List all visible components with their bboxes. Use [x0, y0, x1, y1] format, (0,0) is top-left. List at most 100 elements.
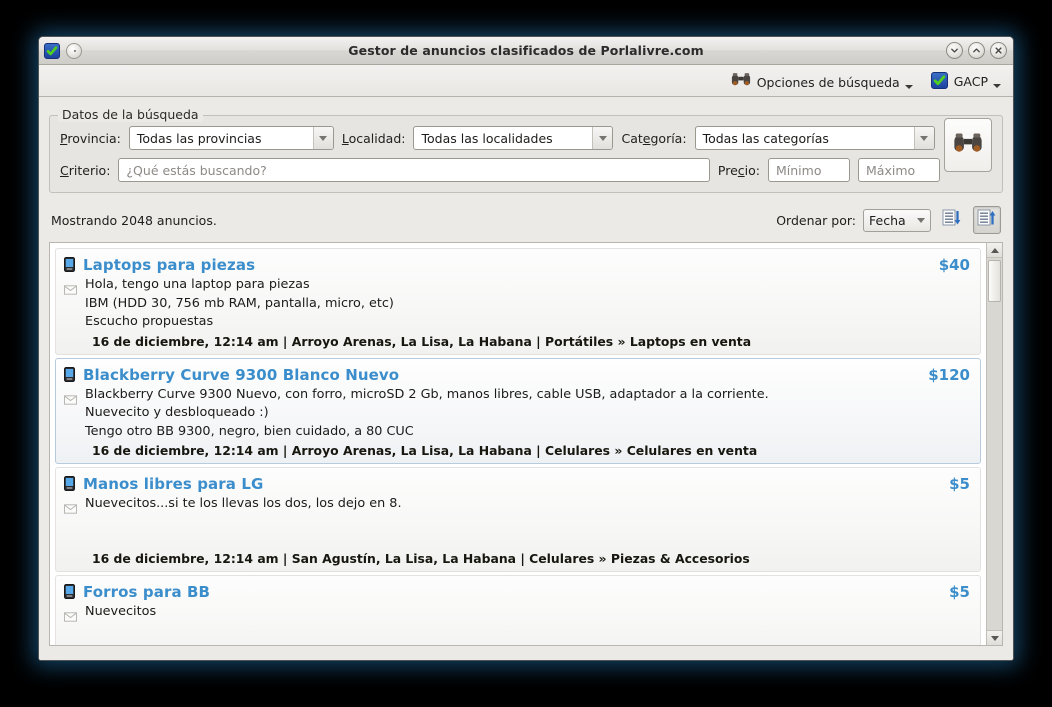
sort-ascending-button[interactable] [973, 206, 1001, 234]
triangle-up-icon [991, 248, 999, 253]
scrollbar-thumb[interactable] [988, 260, 1001, 302]
ad-description: Nuevecitos [85, 603, 156, 645]
chevron-down-icon[interactable] [993, 84, 1001, 88]
ad-meta: 16 de diciembre, 12:14 am | Arroyo Arena… [92, 334, 970, 349]
ad-header: Manos libres para LG $5 [64, 474, 970, 493]
precio-min-input[interactable]: Mínimo [768, 158, 850, 182]
localidad-value: Todas las localidades [414, 127, 592, 149]
envelope-icon [64, 607, 77, 645]
ad-title[interactable]: Laptops para piezas [83, 256, 255, 274]
precio-min-placeholder: Mínimo [776, 163, 821, 178]
ad-title[interactable]: Blackberry Curve 9300 Blanco Nuevo [83, 366, 399, 384]
ad-price: $40 [939, 256, 970, 274]
ad-meta: 16 de diciembre, 12:14 am | San Agustín,… [92, 551, 970, 566]
ad-header: Laptops para piezas $40 [64, 255, 970, 274]
precio-max-input[interactable]: Máximo [858, 158, 940, 182]
search-group-legend: Datos de la búsqueda [58, 107, 203, 122]
vertical-scrollbar[interactable] [986, 243, 1002, 645]
ad-header: Blackberry Curve 9300 Blanco Nuevo $120 [64, 365, 970, 384]
ad-title[interactable]: Manos libres para LG [83, 475, 263, 493]
sort-descending-button[interactable] [938, 206, 966, 234]
scrollbar-track[interactable] [987, 258, 1002, 630]
chevron-down-icon[interactable] [313, 127, 333, 149]
ad-item[interactable]: Manos libres para LG $5 Nuevecitos...si … [55, 467, 981, 572]
ad-body: Nuevecitos...si te los llevas los dos, l… [64, 495, 970, 549]
title-bar: Gestor de anuncios clasificados de Porla… [39, 37, 1013, 65]
ad-price: $5 [949, 583, 970, 601]
localidad-select[interactable]: Todas las localidades [413, 126, 613, 150]
mobile-phone-icon [64, 584, 75, 603]
categoria-label: Categoría: [621, 131, 686, 146]
minimize-button[interactable] [946, 42, 963, 59]
chevron-down-icon [917, 218, 925, 223]
chevron-down-icon[interactable] [914, 127, 934, 149]
categoria-value: Todas las categorías [696, 127, 914, 149]
ad-price: $5 [949, 475, 970, 493]
mobile-phone-icon [64, 367, 75, 386]
criterio-placeholder: ¿Qué estás buscando? [126, 163, 266, 178]
search-options-label: Opciones de búsqueda [757, 75, 900, 90]
envelope-icon [64, 499, 77, 553]
search-options-button[interactable]: Opciones de búsqueda [729, 70, 915, 92]
binoculars-icon [953, 132, 983, 158]
criterio-mnemonic: C [60, 163, 69, 178]
window-title: Gestor de anuncios clasificados de Porla… [39, 43, 1013, 58]
chevron-down-icon[interactable] [592, 127, 612, 149]
sort-controls: Ordenar por: Fecha [776, 206, 1001, 234]
scroll-down-button[interactable] [987, 630, 1002, 645]
close-button[interactable] [990, 42, 1007, 59]
results-count: Mostrando 2048 anuncios. [51, 213, 217, 228]
categoria-select[interactable]: Todas las categorías [695, 126, 935, 150]
window-controls [946, 42, 1007, 59]
sort-field-select[interactable]: Fecha [863, 209, 931, 232]
sort-ascending-icon [977, 209, 997, 231]
localidad-label: Localidad: [342, 131, 406, 146]
checkmark-app-icon [44, 43, 60, 59]
checkmark-app-icon [931, 72, 948, 89]
sort-field-value: Fecha [869, 213, 913, 228]
ad-header: Forros para BB $5 [64, 582, 970, 601]
ad-description: Hola, tengo una laptop para piezas IBM (… [85, 276, 394, 332]
window-body: Datos de la búsqueda Provincia: Todas la… [39, 97, 1013, 660]
criterio-row: Criterio: ¿Qué estás buscando? Precio: M… [60, 158, 940, 182]
precio-mnemonic: c [738, 163, 745, 178]
provincia-label: Provincia: [60, 131, 121, 146]
window-shade-button[interactable] [66, 43, 82, 59]
desktop-background: Gestor de anuncios clasificados de Porla… [0, 0, 1052, 707]
mobile-phone-icon [64, 257, 75, 276]
results-toolbar: Mostrando 2048 anuncios. Ordenar por: Fe… [49, 193, 1003, 242]
ad-item[interactable]: Blackberry Curve 9300 Blanco Nuevo $120 … [55, 358, 981, 465]
precio-label: Precio: [718, 163, 760, 178]
ad-item[interactable]: Laptops para piezas $40 Hola, tengo una … [55, 248, 981, 355]
ad-description: Blackberry Curve 9300 Nuevo, con forro, … [85, 386, 769, 442]
maximize-button[interactable] [968, 42, 985, 59]
criterio-input[interactable]: ¿Qué estás buscando? [118, 158, 709, 182]
binoculars-icon [731, 72, 751, 90]
provincia-value: Todas las provincias [130, 127, 313, 149]
triangle-down-icon [991, 636, 999, 641]
ad-body: Blackberry Curve 9300 Nuevo, con forro, … [64, 386, 970, 442]
chevron-down-icon[interactable] [905, 85, 913, 89]
scroll-up-button[interactable] [987, 243, 1002, 258]
ads-list: Laptops para piezas $40 Hola, tengo una … [50, 243, 986, 645]
localidad-mnemonic: L [342, 131, 349, 146]
ad-meta: 16 de diciembre, 12:14 am | Arroyo Arena… [92, 443, 970, 458]
envelope-icon [64, 390, 77, 446]
application-window: Gestor de anuncios clasificados de Porla… [38, 36, 1014, 661]
ad-item[interactable]: Forros para BB $5 Nuevecitos [55, 575, 981, 645]
ad-description: Nuevecitos...si te los llevas los dos, l… [85, 495, 402, 549]
mobile-phone-icon [64, 476, 75, 495]
ad-title[interactable]: Forros para BB [83, 583, 210, 601]
precio-max-placeholder: Máximo [866, 163, 915, 178]
account-label: GACP [954, 74, 988, 89]
filters-row: Provincia: Todas las provincias Localida… [60, 126, 992, 150]
sort-label: Ordenar por: [776, 213, 856, 228]
status-bar [49, 646, 1003, 660]
account-menu-button[interactable]: GACP [929, 70, 1003, 91]
provincia-select[interactable]: Todas las provincias [129, 126, 334, 150]
search-button[interactable] [944, 118, 992, 172]
ads-list-container: Laptops para piezas $40 Hola, tengo una … [49, 242, 1003, 646]
toolbar: Opciones de búsqueda GACP [39, 65, 1013, 97]
envelope-icon [64, 280, 77, 336]
ad-price: $120 [928, 366, 970, 384]
